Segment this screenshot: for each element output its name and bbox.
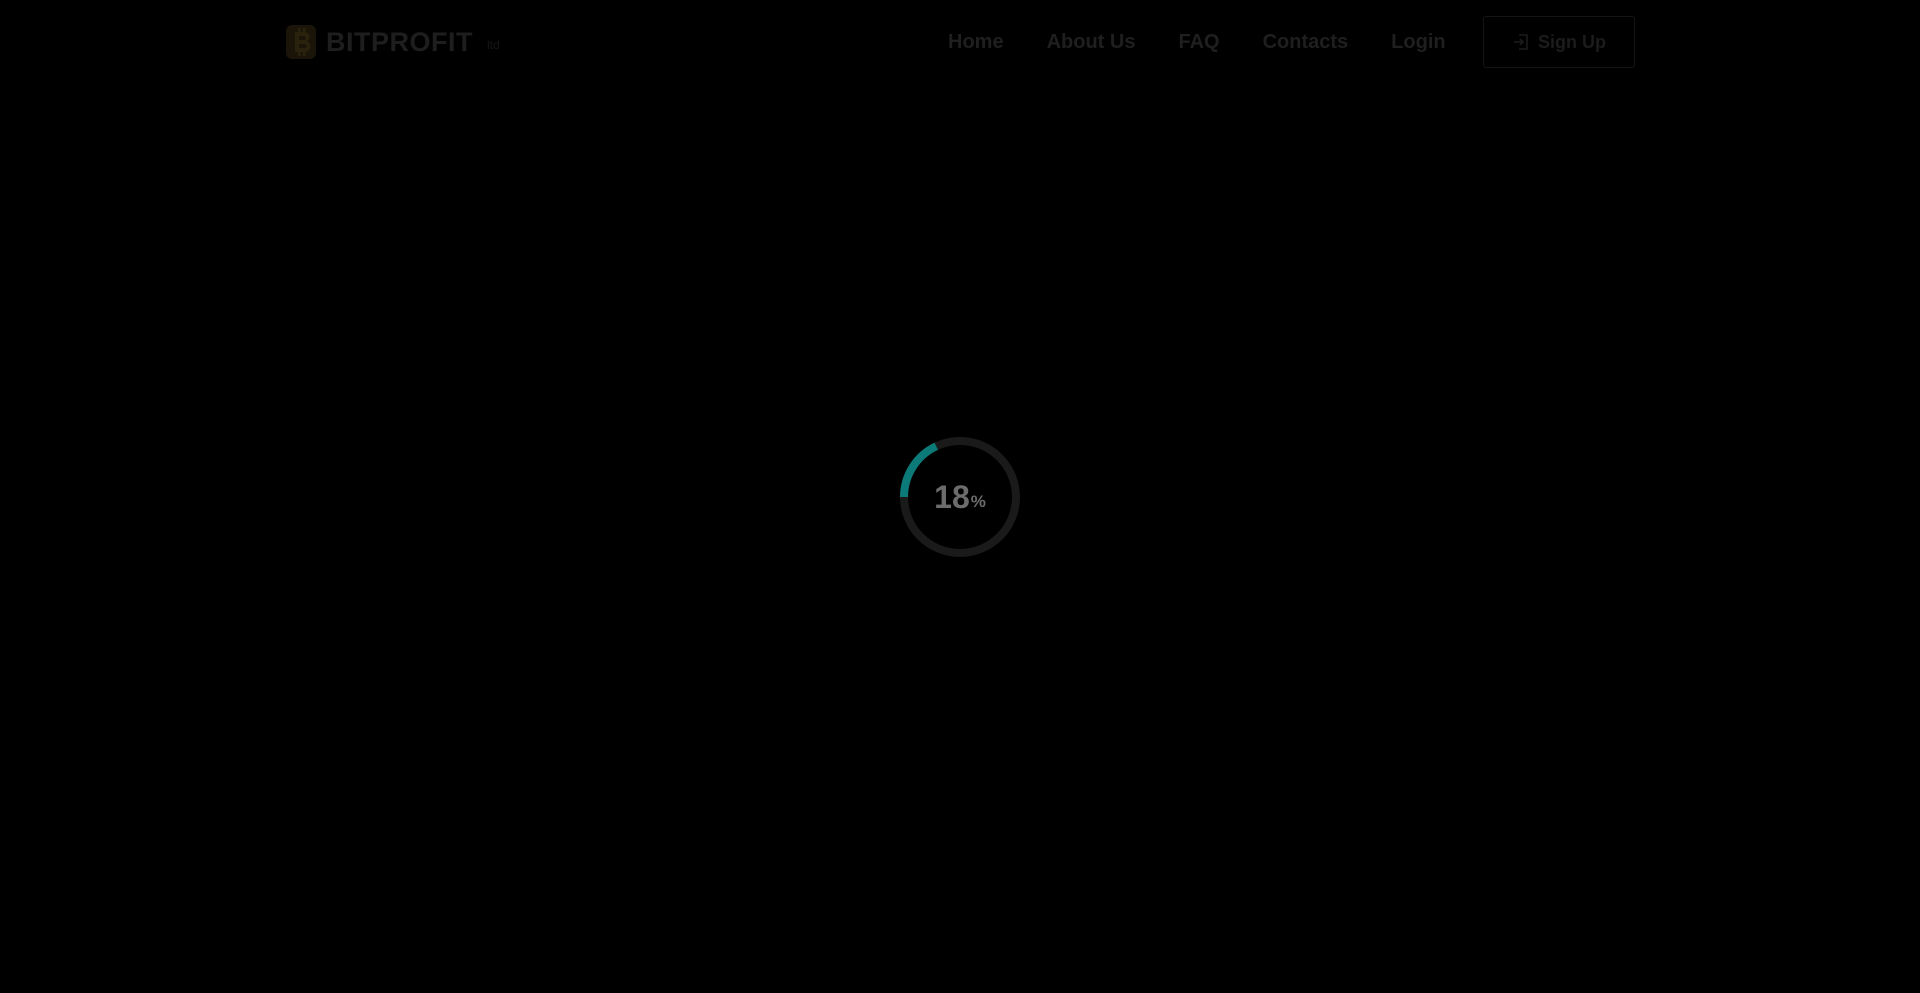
loading-value: 18 <box>934 478 970 515</box>
main-nav: Home About Us FAQ Contacts Login <box>948 22 1446 62</box>
sign-up-button[interactable]: Sign Up <box>1483 16 1635 68</box>
sign-up-label: Sign Up <box>1538 31 1606 52</box>
sign-in-icon <box>1514 34 1528 50</box>
loading-percentage: 18 % <box>899 436 1021 558</box>
nav-login[interactable]: Login <box>1391 31 1445 54</box>
page: BITPROFIT ltd Home About Us FAQ Contacts… <box>0 0 1920 993</box>
loading-indicator: 18 % <box>899 436 1021 558</box>
logo-text: BITPROFIT <box>326 26 473 57</box>
nav-home[interactable]: Home <box>948 31 1004 54</box>
nav-about-us[interactable]: About Us <box>1047 31 1136 54</box>
site-logo[interactable]: BITPROFIT ltd <box>284 22 500 62</box>
site-header: BITPROFIT ltd Home About Us FAQ Contacts… <box>0 0 1920 84</box>
nav-faq[interactable]: FAQ <box>1178 31 1219 54</box>
loading-unit: % <box>970 492 986 511</box>
nav-contacts[interactable]: Contacts <box>1263 31 1349 54</box>
logo-tag: ltd <box>487 38 500 52</box>
bitcoin-b-icon <box>286 25 316 59</box>
